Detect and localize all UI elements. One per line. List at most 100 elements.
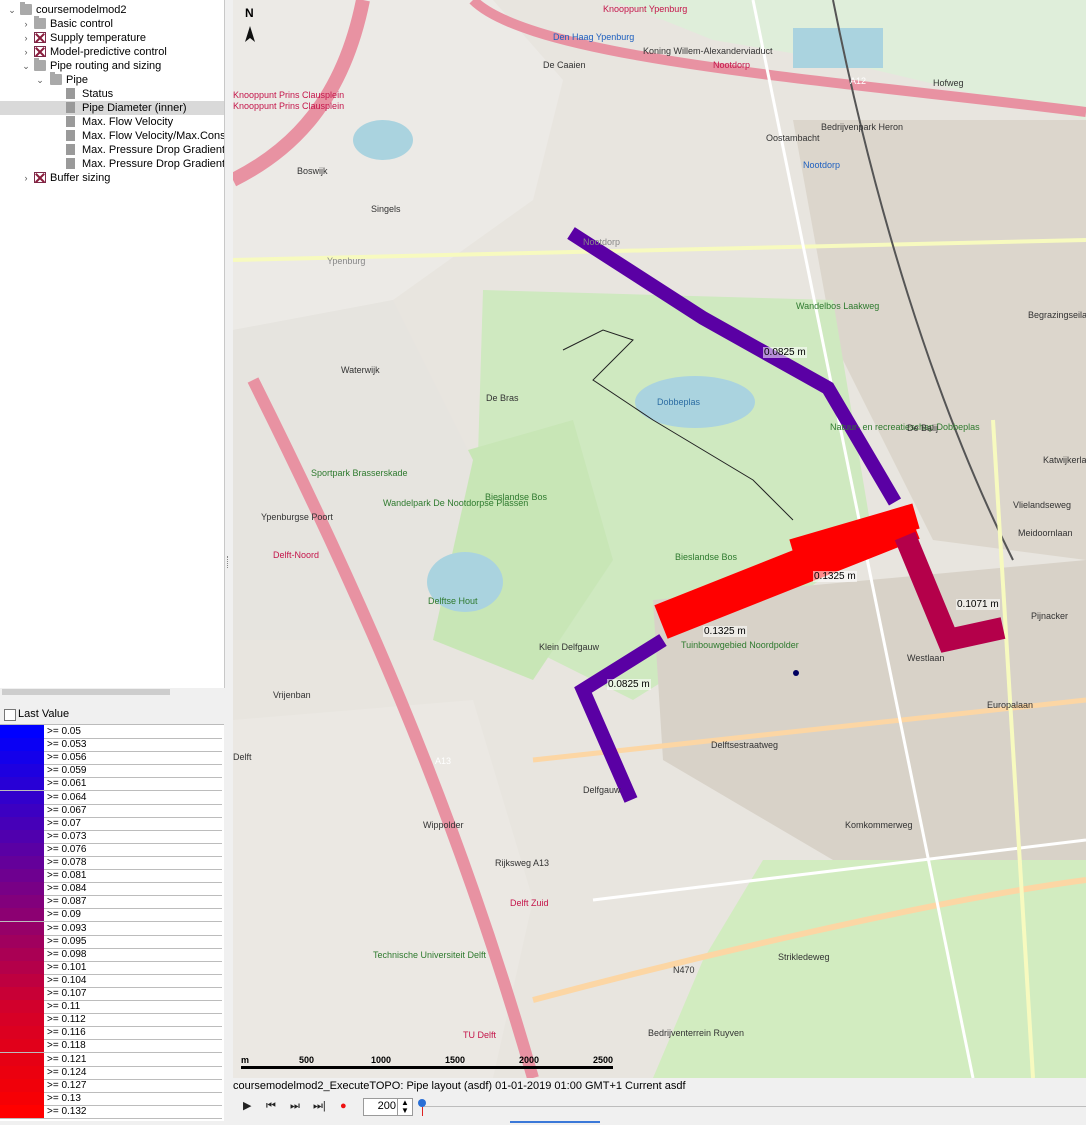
step-forward-button[interactable]: ⏭ bbox=[290, 1100, 300, 1112]
legend-row: >= 0.081 bbox=[0, 869, 222, 884]
legend-row: >= 0.112 bbox=[0, 1013, 222, 1028]
map-place-label: A13 bbox=[435, 756, 452, 766]
legend-swatch bbox=[0, 987, 44, 1000]
scale-tick-label: 500 bbox=[299, 1055, 315, 1065]
tree-item[interactable]: › Supply temperature bbox=[0, 31, 224, 45]
legend-swatch bbox=[0, 921, 44, 935]
map-view[interactable]: 0.0825 m 0.1325 m 0.1325 m 0.1071 m 0.0825 m… bbox=[233, 0, 1086, 1078]
tree-item[interactable]: Max. Flow Velocity/Max.Const bbox=[0, 129, 224, 143]
legend-row: >= 0.13 bbox=[0, 1091, 222, 1106]
tree-item[interactable]: Pipe Diameter (inner) bbox=[0, 101, 224, 115]
tree-item-label: Basic control bbox=[50, 18, 113, 30]
legend-swatch bbox=[0, 1091, 44, 1105]
speed-stepper[interactable]: 200 ▲ ▼ bbox=[363, 1098, 413, 1116]
record-button[interactable]: ● bbox=[340, 1100, 347, 1112]
legend-swatch bbox=[0, 725, 44, 738]
legend-swatch bbox=[0, 1013, 44, 1027]
legend-label: >= 0.081 bbox=[47, 870, 87, 882]
legend-checkbox[interactable] bbox=[4, 709, 16, 721]
legend-swatch bbox=[0, 738, 44, 752]
legend-swatch bbox=[0, 895, 44, 909]
tree-horizontal-scrollbar[interactable] bbox=[0, 688, 224, 696]
crossed-module-icon bbox=[34, 46, 46, 57]
tree-item[interactable]: › Basic control bbox=[0, 16, 224, 31]
legend-row: >= 0.061 bbox=[0, 777, 222, 792]
tree-item[interactable]: Max. Pressure Drop Gradient/M bbox=[0, 157, 224, 171]
tree-item[interactable]: ⌄ Pipe bbox=[0, 72, 224, 87]
legend-label: >= 0.116 bbox=[47, 1027, 86, 1039]
north-label: N bbox=[245, 6, 254, 20]
document-icon bbox=[66, 144, 75, 155]
tree-item[interactable]: ⌄ Pipe routing and sizing bbox=[0, 58, 224, 73]
document-icon bbox=[66, 102, 75, 113]
map-place-label: Delft bbox=[233, 752, 252, 762]
step-back-button[interactable]: ⏮ bbox=[266, 1100, 276, 1112]
legend-label: >= 0.104 bbox=[47, 974, 87, 986]
scrollbar-thumb[interactable] bbox=[2, 689, 170, 695]
play-button[interactable]: ▶ bbox=[243, 1100, 251, 1112]
legend-row: >= 0.076 bbox=[0, 842, 222, 857]
pipe-diameter-label: 0.0825 m bbox=[763, 347, 807, 358]
pipe-diameter-label: 0.1325 m bbox=[813, 571, 857, 582]
tree-item[interactable]: Max. Pressure Drop Gradient bbox=[0, 143, 224, 157]
map-place-label: Dobbeplas bbox=[657, 397, 701, 407]
stepper-arrows-icon[interactable]: ▲ ▼ bbox=[397, 1099, 412, 1115]
map-place-label: A12 bbox=[850, 76, 867, 86]
map-place-label: Bieslandse Bos bbox=[675, 552, 738, 562]
map-place-label: Nootdorp bbox=[713, 60, 751, 70]
tree-item[interactable]: Max. Flow Velocity bbox=[0, 115, 224, 129]
map-place-label: Ypenburgse Poort bbox=[261, 512, 333, 522]
document-icon bbox=[66, 158, 75, 169]
chevron-right-icon[interactable]: › bbox=[22, 34, 30, 43]
legend-label: >= 0.13 bbox=[47, 1092, 81, 1104]
legend-label: >= 0.064 bbox=[47, 791, 87, 803]
chevron-right-icon[interactable]: › bbox=[22, 20, 30, 29]
tree-item[interactable]: Status bbox=[0, 87, 224, 101]
tree-root-label: coursemodelmod2 bbox=[36, 4, 127, 16]
legend-swatch bbox=[0, 1039, 44, 1053]
tree-item-label: Supply temperature bbox=[50, 32, 146, 44]
map-place-label: Westlaan bbox=[907, 653, 945, 663]
tree-item-label: Buffer sizing bbox=[50, 172, 111, 184]
legend-row: >= 0.093 bbox=[0, 921, 222, 936]
splitter-grip-icon[interactable] bbox=[227, 556, 231, 568]
document-icon bbox=[66, 88, 75, 99]
legend-label: >= 0.127 bbox=[47, 1079, 87, 1091]
tree-root[interactable]: ⌄ coursemodelmod2 bbox=[0, 2, 224, 17]
map-place-label: Nootdorp bbox=[583, 237, 621, 247]
map-place-label: Katwijkerlaan bbox=[1043, 455, 1086, 465]
legend-label: >= 0.095 bbox=[47, 935, 87, 947]
map-place-label: Vrijenban bbox=[273, 690, 311, 700]
map-place-label: Europalaan bbox=[987, 700, 1034, 710]
legend-label: >= 0.078 bbox=[47, 857, 87, 868]
legend-label: >= 0.124 bbox=[47, 1066, 87, 1078]
time-slider-track[interactable] bbox=[421, 1106, 1086, 1107]
chevron-down-icon[interactable]: ⌄ bbox=[8, 6, 16, 15]
chevron-down-icon[interactable]: ⌄ bbox=[36, 76, 44, 85]
tree-item-label: Max. Flow Velocity/Max.Const bbox=[82, 130, 225, 142]
legend-swatch bbox=[0, 908, 44, 922]
folder-icon bbox=[20, 2, 32, 15]
speed-value[interactable]: 200 bbox=[378, 1100, 396, 1112]
legend-swatch bbox=[0, 1000, 44, 1014]
crossed-module-icon bbox=[34, 32, 46, 43]
tree-item[interactable]: › Buffer sizing bbox=[0, 171, 224, 185]
chevron-right-icon[interactable]: › bbox=[22, 48, 30, 57]
legend-row: >= 0.067 bbox=[0, 803, 222, 818]
map-place-label: Strikledeweg bbox=[778, 952, 830, 962]
legend-label: >= 0.118 bbox=[47, 1040, 86, 1052]
scale-tick-label: 1000 bbox=[371, 1055, 392, 1065]
time-slider-thumb[interactable] bbox=[418, 1099, 426, 1107]
legend-label: >= 0.087 bbox=[47, 896, 87, 908]
chevron-right-icon[interactable]: › bbox=[22, 174, 30, 183]
panel-splitter[interactable] bbox=[225, 0, 233, 1078]
play-to-end-button[interactable]: ⏭| bbox=[313, 1100, 326, 1112]
tree-item[interactable]: › Model-predictive control bbox=[0, 45, 224, 59]
map-place-label: Den Haag Ypenburg bbox=[553, 32, 635, 42]
legend-swatch bbox=[0, 829, 44, 843]
model-tree[interactable]: ⌄ coursemodelmod2 › Basic control › Supply … bbox=[0, 0, 225, 688]
chevron-down-icon[interactable]: ⌄ bbox=[22, 62, 30, 71]
map-place-label: Singels bbox=[371, 204, 401, 214]
legend-row: >= 0.118 bbox=[0, 1039, 222, 1054]
map-canvas[interactable] bbox=[233, 0, 1086, 1078]
